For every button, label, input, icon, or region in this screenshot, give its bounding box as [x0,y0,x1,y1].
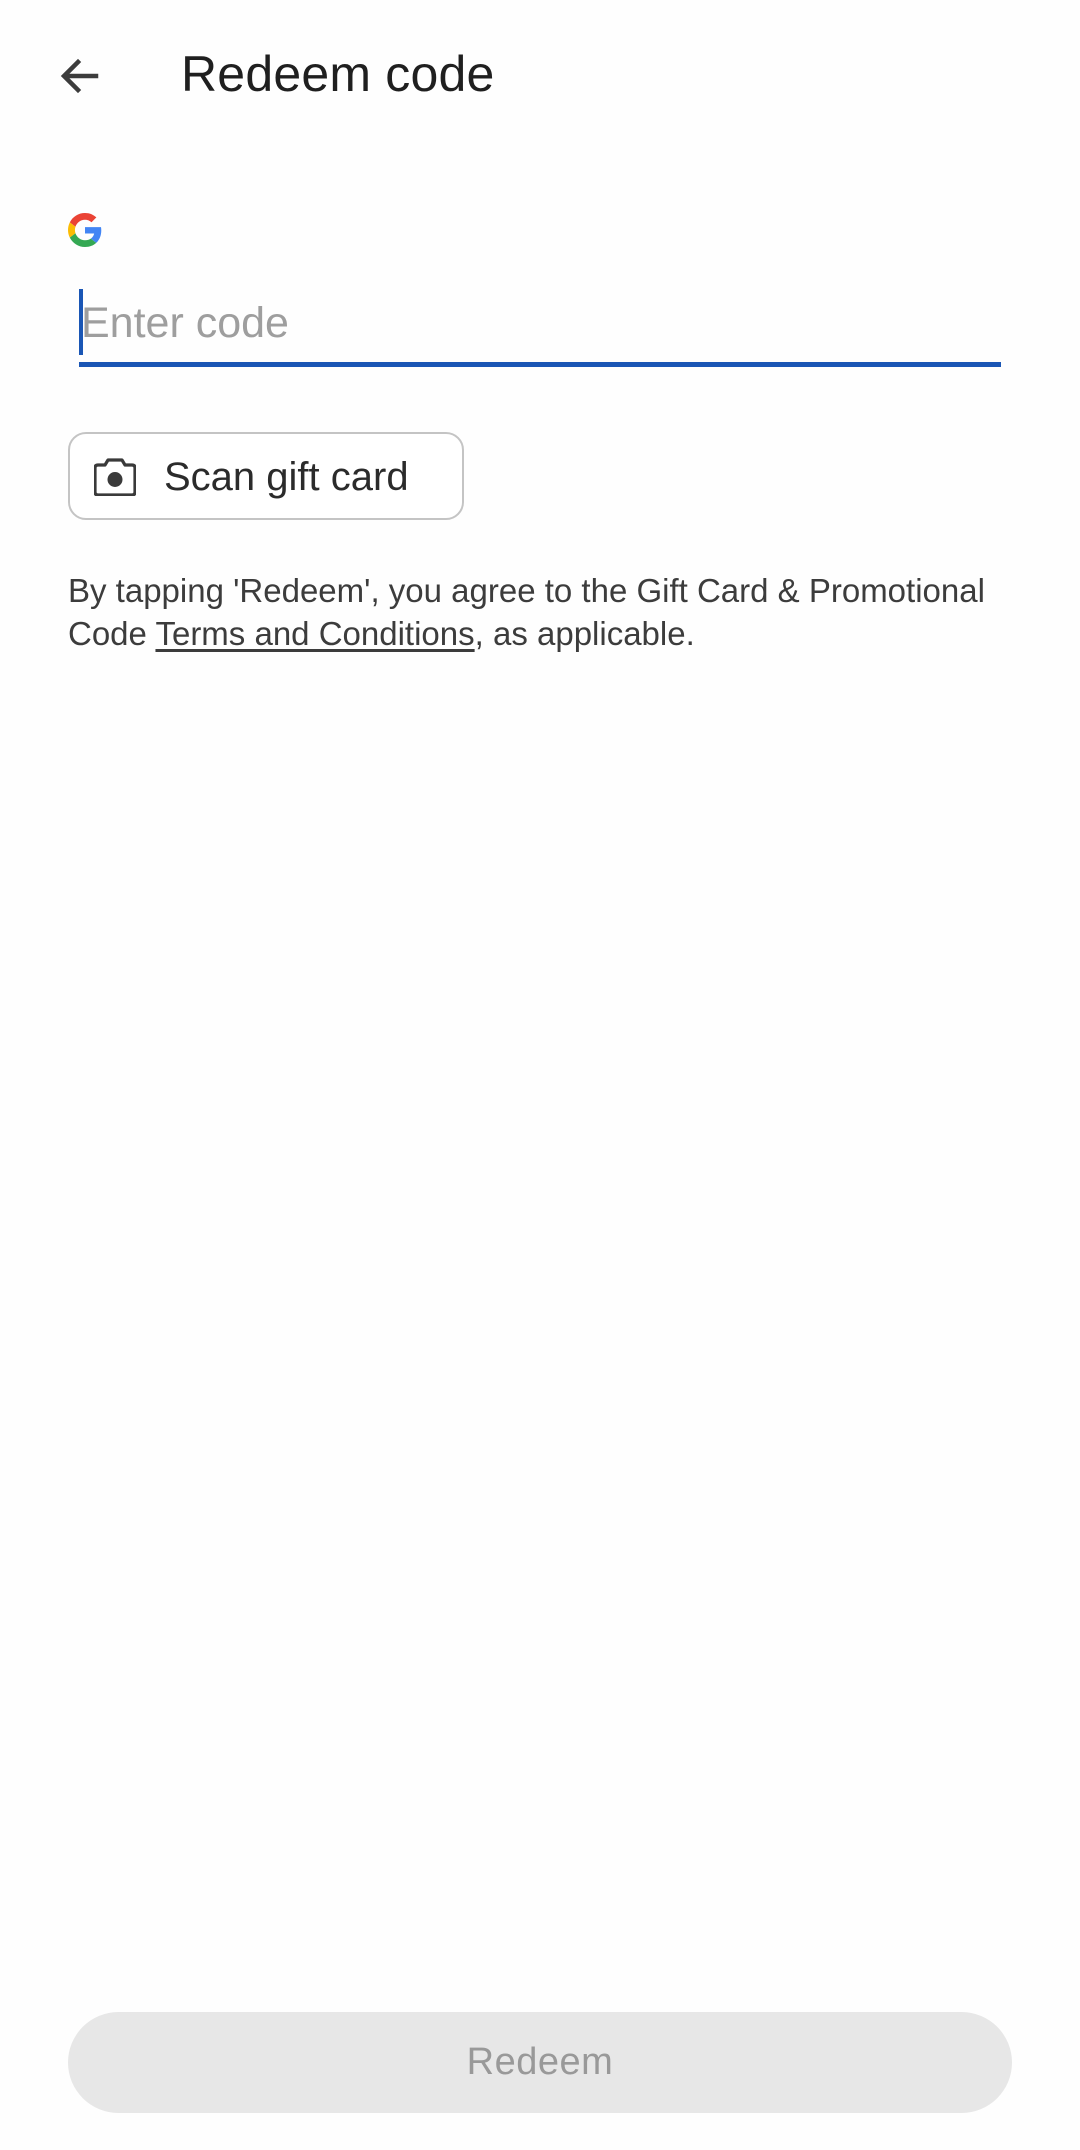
terms-suffix: , as applicable. [474,615,695,652]
terms-and-conditions-link[interactable]: Terms and Conditions [155,615,474,652]
page-title: Redeem code [181,46,495,102]
text-cursor [79,289,83,355]
terms-notice: By tapping 'Redeem', you agree to the Gi… [68,569,1018,655]
redeem-label: Redeem [466,2041,614,2083]
camera-icon [94,458,136,496]
input-underline [79,362,1001,367]
back-button[interactable] [40,36,120,116]
google-g-logo-icon [68,213,102,247]
scan-gift-card-label: Scan gift card [164,455,409,499]
redeem-button[interactable]: Redeem [68,2012,1012,2113]
code-field[interactable] [79,283,1003,368]
code-input[interactable] [79,283,1003,363]
scan-gift-card-button[interactable]: Scan gift card [68,432,464,520]
arrow-back-icon [60,58,99,94]
app-bar: Redeem code [0,0,1080,150]
